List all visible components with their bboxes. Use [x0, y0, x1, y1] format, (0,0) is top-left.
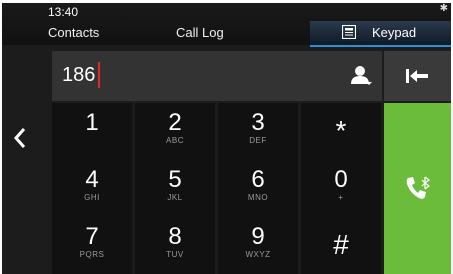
- key-5[interactable]: 5 JKL: [135, 160, 215, 217]
- key-digit: 6: [251, 166, 265, 193]
- key-digit: 3: [251, 109, 265, 136]
- key-7[interactable]: 7 PQRS: [52, 217, 132, 274]
- key-letters: ABC: [166, 136, 184, 145]
- contact-person-icon[interactable]: [350, 64, 372, 86]
- key-digit: 2: [168, 109, 182, 136]
- keypad-icon: [342, 25, 356, 39]
- tab-contacts[interactable]: Contacts: [48, 25, 99, 40]
- key-0[interactable]: 0 +: [301, 160, 381, 217]
- key-digit: 4: [85, 166, 99, 193]
- key-9[interactable]: 9 WXYZ: [218, 217, 298, 274]
- backspace-icon: [406, 69, 428, 83]
- key-letters: TUV: [166, 250, 184, 259]
- number-display[interactable]: 186: [52, 51, 382, 101]
- bluetooth-icon: ✱: [439, 3, 448, 14]
- back-chevron-icon[interactable]: [10, 123, 30, 153]
- status-clock: 13:40: [48, 5, 79, 19]
- key-digit: 5: [168, 166, 182, 193]
- key-digit: 8: [168, 223, 182, 250]
- key-digit: 9: [251, 223, 265, 250]
- key-4[interactable]: 4 GHI: [52, 160, 132, 217]
- key-letters: WXYZ: [245, 250, 271, 259]
- key-letters: PQRS: [79, 250, 105, 259]
- key-letters: DEF: [249, 136, 267, 145]
- key-2[interactable]: 2 ABC: [135, 103, 215, 160]
- key-digit: #: [333, 229, 349, 260]
- phone-bluetooth-icon: [406, 176, 430, 199]
- key-digit: 0: [334, 166, 348, 193]
- key-letters: JKL: [167, 193, 183, 202]
- key-digit: 7: [85, 223, 99, 250]
- text-cursor: [98, 62, 100, 88]
- key-6[interactable]: 6 MNO: [218, 160, 298, 217]
- key-star[interactable]: *: [301, 103, 381, 160]
- key-letters: MNO: [247, 193, 269, 202]
- dialed-number: 186: [62, 64, 96, 86]
- key-letters: +: [338, 193, 344, 202]
- top-bar: 13:40 ✱ Contacts Call Log Keypad: [2, 3, 451, 47]
- tab-keypad[interactable]: Keypad: [310, 21, 451, 47]
- tab-call-log[interactable]: Call Log: [176, 25, 224, 40]
- key-hash[interactable]: #: [301, 217, 381, 274]
- key-digit: *: [335, 115, 347, 146]
- tab-keypad-label: Keypad: [372, 25, 417, 40]
- backspace-button[interactable]: [384, 51, 451, 101]
- call-button[interactable]: [384, 103, 451, 274]
- key-letters: GHI: [84, 193, 100, 202]
- key-digit: 1: [85, 109, 99, 136]
- key-3[interactable]: 3 DEF: [218, 103, 298, 160]
- key-8[interactable]: 8 TUV: [135, 217, 215, 274]
- phone-screen: 13:40 ✱ Contacts Call Log Keypad 186 1 2…: [2, 3, 451, 274]
- key-1[interactable]: 1: [52, 103, 132, 160]
